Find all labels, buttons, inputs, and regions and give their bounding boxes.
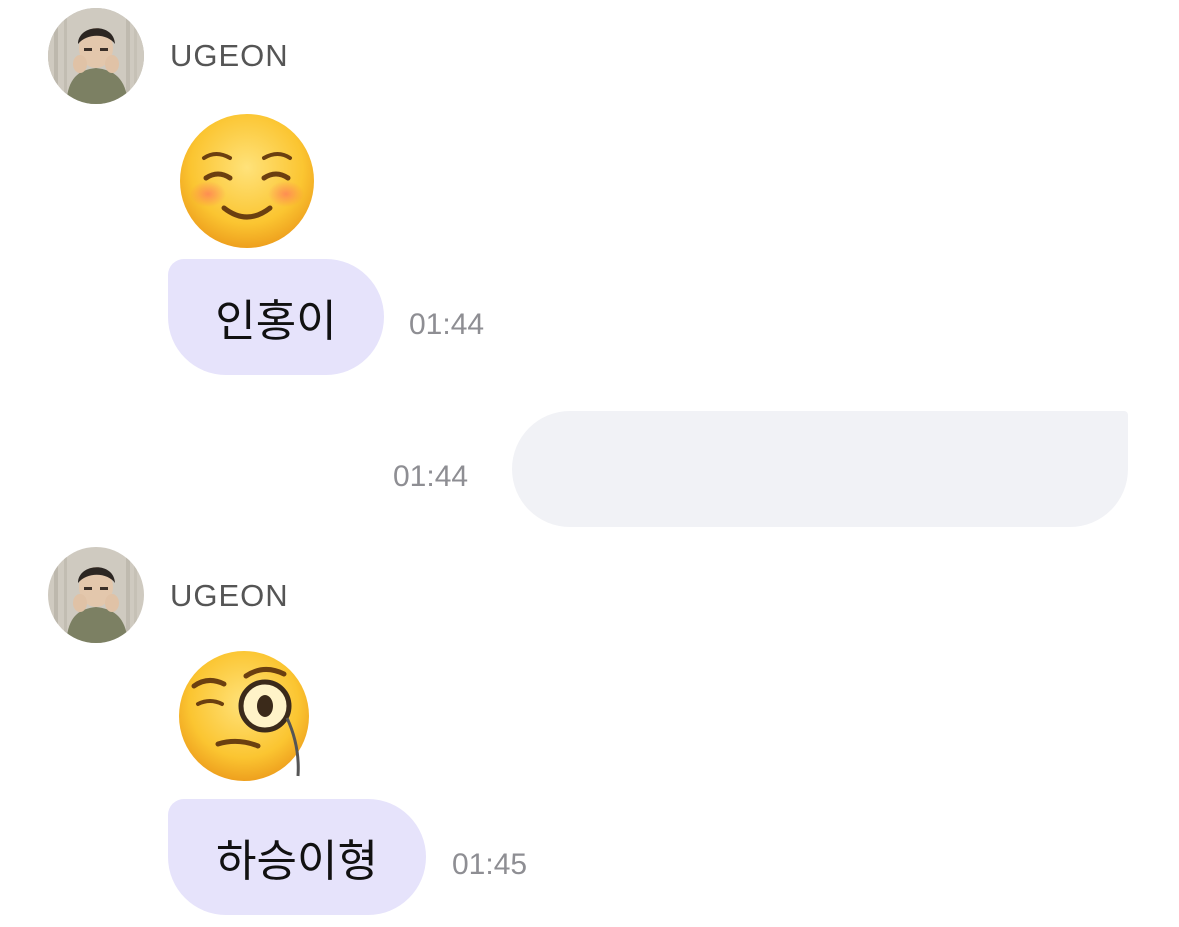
face-with-monocle-emoji-icon[interactable]: [172, 646, 322, 786]
sender-name: UGEON: [170, 578, 289, 613]
profile-photo-icon: [48, 547, 144, 643]
smiling-face-with-closed-eyes-emoji-icon[interactable]: [172, 106, 322, 256]
chat-thread: UGEON 인홍이 01:44 01:44 UGEON 하승이형 01:45: [0, 0, 1179, 927]
message-timestamp: 01:44: [409, 308, 485, 341]
message-timestamp: 01:44: [393, 460, 469, 493]
outgoing-message-bubble[interactable]: [512, 411, 1128, 527]
message-bubble[interactable]: 인홍이: [168, 259, 384, 375]
message-bubble[interactable]: 하승이형: [168, 799, 426, 915]
sender-avatar[interactable]: [48, 8, 144, 104]
sender-name: UGEON: [170, 38, 289, 73]
sender-avatar[interactable]: [48, 547, 144, 643]
profile-photo-icon: [48, 8, 144, 104]
message-timestamp: 01:45: [452, 848, 528, 881]
